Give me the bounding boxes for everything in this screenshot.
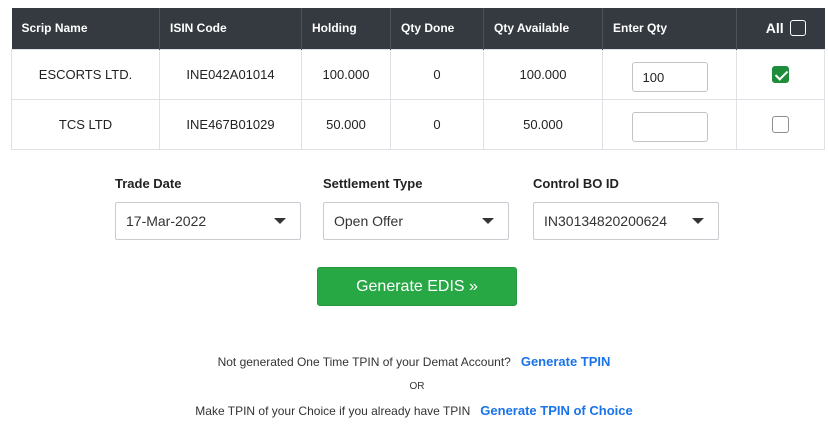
generate-tpin-of-choice-link[interactable]: Generate TPIN of Choice: [480, 403, 632, 418]
header-enter-qty: Enter Qty: [602, 8, 737, 49]
header-isin-code: ISIN Code: [159, 8, 302, 49]
select-cell: [736, 98, 825, 150]
enter-qty-input[interactable]: [631, 62, 708, 92]
tpin-question-text: Not generated One Time TPIN of your Dema…: [217, 355, 511, 369]
tpin-choice-text: Make TPIN of your Choice if you already …: [195, 404, 471, 418]
caret-down-icon: [274, 218, 286, 224]
table-row: ESCORTS LTD. INE042A01014 100.000 0 100.…: [11, 48, 825, 100]
trade-date-value: 17-Mar-2022: [126, 213, 207, 229]
enter-qty-input[interactable]: [631, 112, 708, 142]
qty-done-cell: 0: [390, 98, 484, 150]
settlement-type-select[interactable]: Open Offer: [323, 202, 509, 240]
control-bo-id-label: Control BO ID: [533, 176, 619, 191]
scrip-name-cell: ESCORTS LTD.: [11, 48, 160, 100]
row-checkbox-checked[interactable]: [772, 65, 789, 83]
control-bo-id-field: Control BO ID IN30134820200624: [533, 176, 719, 240]
header-holding: Holding: [301, 8, 391, 49]
header-qty-available: Qty Available: [483, 8, 603, 49]
trade-date-label: Trade Date: [115, 176, 182, 191]
all-label: All: [765, 20, 784, 37]
table-row: TCS LTD INE467B01029 50.000 0 50.000: [11, 98, 825, 150]
control-bo-id-value: IN30134820200624: [544, 213, 668, 229]
tpin-question-line: Not generated One Time TPIN of your Dema…: [0, 354, 828, 369]
enter-qty-cell: [602, 48, 737, 100]
qty-available-cell: 50.000: [483, 98, 603, 150]
header-qty-done: Qty Done: [390, 8, 484, 49]
row-checkbox[interactable]: [772, 115, 789, 133]
table-header-row: Scrip Name ISIN Code Holding Qty Done Qt…: [11, 8, 825, 49]
settlement-type-field: Settlement Type Open Offer: [323, 176, 509, 240]
trade-date-field: Trade Date 17-Mar-2022: [115, 176, 301, 240]
control-bo-id-select[interactable]: IN30134820200624: [533, 202, 719, 240]
generate-edis-button[interactable]: Generate EDIS »: [317, 267, 517, 306]
qty-available-cell: 100.000: [483, 48, 603, 100]
isin-cell: INE467B01029: [159, 98, 302, 150]
settlement-type-value: Open Offer: [334, 213, 404, 229]
holding-cell: 100.000: [301, 48, 391, 100]
scrip-name-cell: TCS LTD: [11, 98, 160, 150]
qty-done-cell: 0: [390, 48, 484, 100]
isin-cell: INE042A01014: [159, 48, 302, 100]
caret-down-icon: [692, 218, 704, 224]
header-all: All: [736, 8, 825, 49]
header-scrip-name: Scrip Name: [11, 8, 160, 49]
settlement-type-label: Settlement Type: [323, 176, 423, 191]
trade-date-select[interactable]: 17-Mar-2022: [115, 202, 301, 240]
holdings-table: Scrip Name ISIN Code Holding Qty Done Qt…: [11, 8, 825, 150]
caret-down-icon: [482, 218, 494, 224]
holding-cell: 50.000: [301, 98, 391, 150]
select-cell: [736, 48, 825, 100]
generate-tpin-link[interactable]: Generate TPIN: [521, 354, 611, 369]
enter-qty-cell: [602, 98, 737, 150]
tpin-choice-line: Make TPIN of your Choice if you already …: [0, 403, 828, 418]
select-all-checkbox[interactable]: [789, 20, 806, 37]
or-separator: OR: [409, 381, 425, 392]
